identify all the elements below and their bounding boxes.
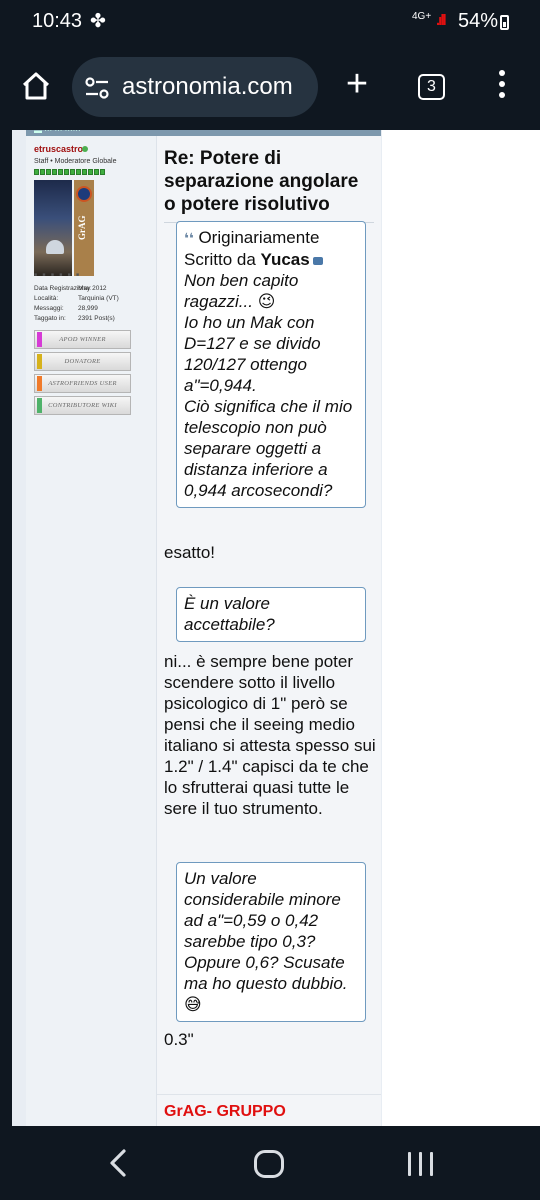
reply-text: esatto! — [164, 543, 216, 562]
quote-line: È un valore accettabile? — [184, 594, 275, 634]
quote-block: Un valore considerabile minore ad a"=0,5… — [176, 862, 366, 1022]
quote-author[interactable]: Yucas — [261, 250, 310, 269]
network-type: 4G+ — [412, 11, 432, 22]
new-tab-button[interactable]: + — [338, 63, 376, 106]
address-bar[interactable]: astronomia.com — [72, 57, 318, 117]
forum-post-container: ▬ ··· ··· ······ etruscastro Staff • Mod… — [12, 130, 382, 1126]
info-row: Taggato in: 2391 Post(s) — [34, 315, 115, 322]
recent-apps-button[interactable] — [406, 1152, 436, 1176]
quote-header: ❛❛ Originariamente Scritto da Yucas — [184, 227, 359, 270]
view-post-icon[interactable] — [312, 257, 323, 265]
reply-text: ni... è sempre bene poter scendere sotto… — [164, 652, 376, 818]
home-icon — [22, 72, 50, 100]
quote-line: Io ho un Mak con D=127 e se divido 120/1… — [184, 313, 321, 395]
battery-level: 54% — [458, 10, 499, 32]
user-badges: APOD WINNER DONATORE ASTROFRIENDS USER C… — [34, 330, 131, 418]
badge-donatore: DONATORE — [34, 352, 131, 371]
info-row: Messaggi: 28,999 — [34, 305, 98, 312]
home-nav-button[interactable] — [254, 1150, 284, 1178]
badge-apod-winner: APOD WINNER — [34, 330, 131, 349]
badge-astrofriends-user: ASTROFRIENDS USER — [34, 374, 131, 393]
quote-block: ❛❛ Originariamente Scritto da Yucas Non … — [176, 221, 366, 508]
username-link[interactable]: etruscastro — [34, 144, 83, 154]
info-row: Località: Tarquinia (VT) — [34, 295, 119, 302]
quote-line: Non ben capito ragazzi... 😉 — [184, 271, 299, 311]
quote-icon: ❛❛ — [184, 230, 194, 246]
badge-contributore-wiki: CONTRIBUTORE WIKI — [34, 396, 131, 415]
post-content: Re: Potere di separazione angolare o pot… — [157, 136, 381, 1126]
group-logo: GrAG — [74, 180, 94, 276]
user-info: Data Registrazione:May 2012 Località: Tar… — [34, 284, 119, 324]
online-status-icon — [82, 146, 88, 152]
quote-line: Ciò significa che il mio telescopio non … — [184, 397, 353, 500]
quote-line: Un valore considerabile minore ad a"=0,5… — [184, 869, 348, 1014]
home-button[interactable] — [16, 66, 56, 106]
info-row: Data Registrazione:May 2012 — [34, 285, 107, 292]
status-bar: 10:43 ✤ 4G+ .ıll 54% — [0, 0, 540, 44]
more-options-button[interactable] — [492, 70, 512, 106]
user-role: Staff • Moderatore Globale — [34, 158, 117, 165]
user-avatar[interactable] — [34, 180, 72, 276]
user-action-icons[interactable]: ■ ■ ■ ■ ■ ■ — [34, 272, 81, 278]
page-blank-area — [382, 130, 540, 1126]
plus-icon: + — [345, 63, 369, 105]
browser-toolbar: astronomia.com + 3 — [0, 44, 540, 130]
quote-block: È un valore accettabile? — [176, 587, 366, 642]
user-panel: etruscastro Staff • Moderatore Globale G… — [26, 136, 157, 1126]
back-button[interactable] — [104, 1146, 134, 1180]
group-emblem-icon — [76, 186, 92, 202]
battery-icon — [500, 15, 509, 30]
page-viewport: ▬ ··· ··· ······ etruscastro Staff • Mod… — [12, 130, 540, 1126]
signature: GrAG- GRUPPO — [164, 1103, 286, 1120]
signal-icon: .ıll — [436, 12, 447, 29]
rank-bar — [34, 169, 106, 176]
group-logo-text: GrAG — [77, 215, 87, 241]
site-settings-icon[interactable] — [84, 76, 110, 100]
url-text[interactable]: astronomia.com — [122, 73, 293, 101]
system-navigation-bar — [0, 1126, 540, 1200]
fan-icon: ✤ — [90, 11, 106, 32]
reply-text: 0.3" — [164, 1030, 194, 1049]
observatory-dome — [46, 240, 64, 254]
clock: 10:43 — [32, 10, 83, 32]
signature-divider — [157, 1094, 381, 1095]
post-title: Re: Potere di separazione angolare o pot… — [164, 148, 359, 215]
back-icon — [110, 1149, 126, 1177]
tab-switcher-button[interactable]: 3 — [418, 74, 445, 100]
